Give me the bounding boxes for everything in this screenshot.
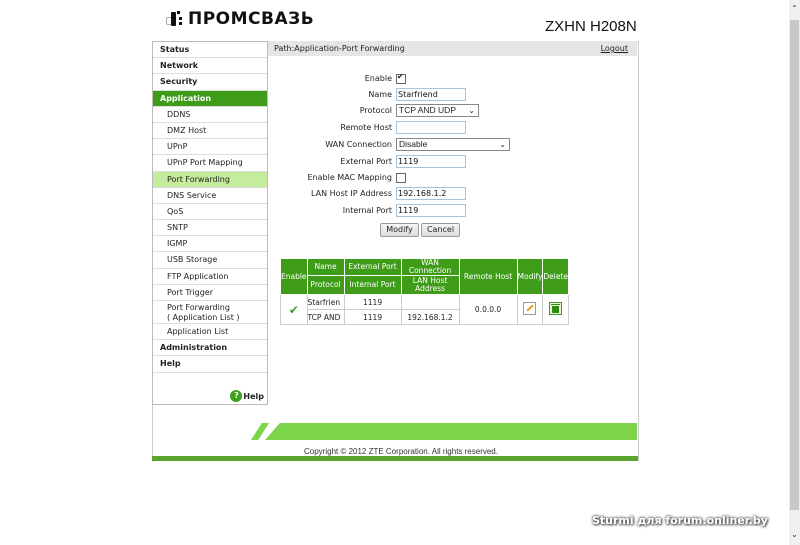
sidebar-item-port-forwarding[interactable]: Port Forwarding: [153, 171, 267, 188]
name-label: Name: [368, 90, 392, 99]
copyright-text: Copyright © 2012 ZTE Corporation. All ri…: [304, 447, 498, 456]
col-name: Name: [306, 258, 345, 276]
sidebar-item-application[interactable]: Application: [153, 90, 267, 107]
watermark: Sturmi для forum.onliner.by: [592, 514, 768, 527]
sidebar-item-status[interactable]: Status: [153, 42, 267, 59]
sidebar-item-qos[interactable]: QoS: [153, 204, 267, 221]
protocol-label: Protocol: [359, 106, 392, 115]
wan-connection-row: WAN Connection Disable ⌄: [268, 138, 637, 151]
col-delete: Delete: [542, 258, 570, 295]
chevron-up-icon[interactable]: ⌃: [789, 4, 800, 13]
edit-icon[interactable]: [523, 302, 537, 315]
external-port-label: External Port: [340, 157, 392, 166]
chevron-down-icon: ⌄: [468, 106, 475, 115]
sidebar-item-port-forwarding-app-list[interactable]: Port Forwarding ( Application List ): [153, 301, 267, 324]
trash-icon[interactable]: [549, 302, 563, 315]
wan-connection-value: Disable: [399, 139, 428, 149]
chevron-down-icon: ⌄: [499, 140, 506, 149]
help-icon: ?: [230, 390, 243, 402]
sidebar-item-help[interactable]: Help: [153, 356, 267, 373]
row-delete[interactable]: [542, 294, 570, 325]
mac-mapping-checkbox[interactable]: [396, 173, 406, 183]
help-label: Help: [243, 391, 264, 401]
help-link[interactable]: ? Help: [230, 390, 264, 402]
brand-logo: ПРОМСВАЗЬ: [166, 8, 314, 30]
sidebar-item-label-line2: ( Application List ): [167, 312, 240, 322]
remote-host-input[interactable]: [396, 121, 466, 134]
sidebar-item-usb-storage[interactable]: USB Storage: [153, 252, 267, 269]
sidebar-item-upnp-port-mapping[interactable]: UPnP Port Mapping: [153, 155, 267, 172]
sidebar-item-ddns[interactable]: DDNS: [153, 107, 267, 123]
external-port-row: External Port 1119: [268, 155, 637, 168]
sidebar-item-port-trigger[interactable]: Port Trigger: [153, 285, 267, 301]
lan-ip-row: LAN Host IP Address 192.168.1.2: [268, 187, 637, 200]
remote-host-label: Remote Host: [340, 123, 392, 132]
sidebar-item-security[interactable]: Security: [153, 74, 267, 91]
row-internal-port: 1119: [343, 309, 402, 325]
enable-row: Enable: [268, 72, 637, 85]
sidebar-item-dns-service[interactable]: DNS Service: [153, 188, 267, 204]
internal-port-label: Internal Port: [342, 206, 392, 215]
name-input[interactable]: Starfriend: [396, 88, 466, 101]
protocol-value: TCP AND UDP: [399, 105, 456, 115]
col-remote-host: Remote Host: [458, 258, 518, 295]
mac-mapping-row: Enable MAC Mapping: [268, 171, 637, 184]
breadcrumb: Path:Application-Port Forwarding: [274, 44, 405, 53]
protocol-row: Protocol TCP AND UDP ⌄: [268, 104, 637, 117]
modify-button[interactable]: Modify: [380, 223, 419, 237]
wan-connection-label: WAN Connection: [325, 140, 392, 149]
page-scrollbar[interactable]: ⌃ ⌄: [789, 0, 800, 545]
cancel-button[interactable]: Cancel: [421, 223, 460, 237]
footer-bar: [152, 456, 638, 461]
sidebar-item-label: Port Forwarding: [167, 303, 230, 312]
name-row: Name Starfriend: [268, 88, 637, 101]
mac-mapping-label: Enable MAC Mapping: [307, 173, 393, 182]
row-wan-connection: [400, 294, 460, 310]
sidebar-item-network[interactable]: Network: [153, 58, 267, 75]
scroll-thumb[interactable]: [790, 20, 799, 510]
sidebar-item-application-list[interactable]: Application List: [153, 324, 267, 341]
enabled-check-icon: ✔: [280, 294, 308, 325]
col-protocol: Protocol: [306, 275, 345, 295]
table-row: ✔ Starfrien 1119 0.0.0.0: [280, 294, 570, 325]
col-enable: Enable: [280, 258, 308, 295]
port-forwarding-table: Enable Name External Port WAN Connection…: [280, 258, 570, 325]
row-modify[interactable]: [516, 294, 544, 325]
logo-icon: [166, 10, 184, 28]
col-wan-connection: WAN Connection: [400, 258, 460, 276]
logo-text: ПРОМСВАЗЬ: [188, 9, 315, 29]
enable-checkbox[interactable]: [396, 72, 406, 84]
internal-port-input[interactable]: 1119: [396, 204, 466, 217]
col-external-port: External Port: [343, 258, 402, 276]
enable-label: Enable: [364, 74, 392, 83]
sidebar-item-dmz-host[interactable]: DMZ Host: [153, 123, 267, 140]
remote-host-row: Remote Host: [268, 121, 637, 134]
row-protocol: TCP AND: [306, 309, 345, 325]
device-model: ZXHN H208N: [545, 18, 637, 35]
col-internal-port: Internal Port: [343, 275, 402, 295]
sidebar-item-sntp[interactable]: SNTP: [153, 220, 267, 237]
sidebar-nav: Status Network Security Application DDNS…: [152, 41, 268, 405]
col-lan-host-address: LAN Host Address: [400, 275, 460, 295]
sidebar-item-ftp-application[interactable]: FTP Application: [153, 269, 267, 285]
path-bar: Path:Application-Port Forwarding Logout: [268, 41, 637, 56]
wan-connection-select[interactable]: Disable ⌄: [396, 138, 510, 151]
row-name: Starfrien: [306, 294, 345, 310]
col-modify: Modify: [516, 258, 544, 295]
lan-ip-label: LAN Host IP Address: [311, 189, 392, 198]
sidebar-item-igmp[interactable]: IGMP: [153, 236, 267, 253]
row-external-port: 1119: [343, 294, 402, 310]
row-remote-host: 0.0.0.0: [458, 294, 518, 325]
logout-link[interactable]: Logout: [601, 41, 628, 56]
lan-ip-input[interactable]: 192.168.1.2: [396, 187, 466, 200]
chevron-down-icon[interactable]: ⌄: [789, 530, 800, 539]
protocol-select[interactable]: TCP AND UDP ⌄: [396, 104, 479, 117]
internal-port-row: Internal Port 1119: [268, 204, 637, 217]
external-port-input[interactable]: 1119: [396, 155, 466, 168]
sidebar-item-administration[interactable]: Administration: [153, 340, 267, 357]
row-lan-host-address: 192.168.1.2: [400, 309, 460, 325]
sidebar-item-upnp[interactable]: UPnP: [153, 139, 267, 156]
